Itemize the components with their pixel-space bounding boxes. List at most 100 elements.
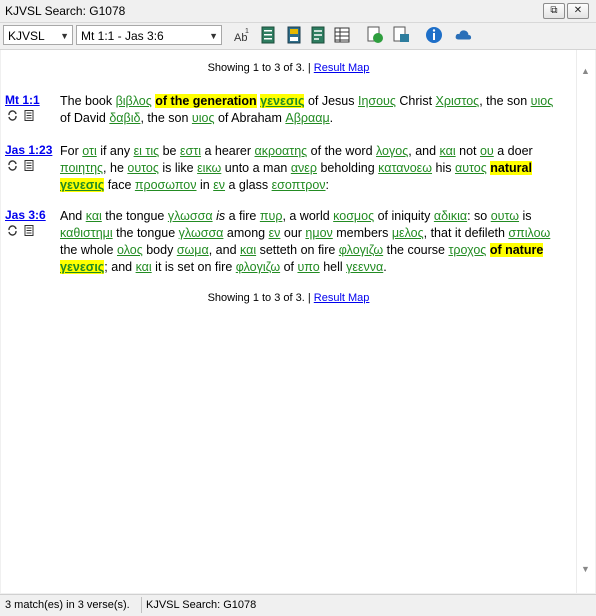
greek-word-link[interactable]: αυτος: [455, 161, 487, 175]
verse-text-segment: , the son: [479, 94, 531, 108]
search-tree-icon[interactable]: [309, 26, 327, 44]
greek-word-link[interactable]: και: [136, 260, 152, 274]
version-select[interactable]: KJVSL ▼: [3, 25, 73, 45]
verse-text: The book βιβλος of the generation γενεσι…: [60, 93, 560, 127]
nt-icon[interactable]: [392, 26, 410, 44]
greek-word-link[interactable]: κατανοεω: [378, 161, 432, 175]
status-matches: 3 match(es) in 3 verse(s).: [5, 599, 130, 611]
greek-word-link[interactable]: και: [86, 209, 102, 223]
greek-word-link[interactable]: και: [440, 144, 456, 158]
greek-word-link[interactable]: Ιησους: [358, 94, 396, 108]
greek-word-link[interactable]: προσωπον: [135, 178, 197, 192]
greek-word-link[interactable]: Αβρααμ: [285, 111, 329, 125]
verse-actions: [7, 110, 34, 124]
greek-word-link[interactable]: υιος: [531, 94, 554, 108]
refresh-icon[interactable]: [7, 225, 18, 239]
verse-text-segment: members: [332, 226, 392, 240]
verse-text-segment: , and: [408, 144, 440, 158]
greek-word-link[interactable]: γενεσις: [260, 94, 305, 108]
verse-text-segment: :: [325, 178, 330, 192]
scroll-up-icon[interactable]: ▲: [581, 66, 590, 76]
greek-word-link[interactable]: σωμα: [177, 243, 209, 257]
result-map-link[interactable]: Result Map: [314, 292, 370, 304]
verse-text: And και the tongue γλωσσα is a fire πυρ,…: [60, 208, 560, 276]
greek-word-link[interactable]: εικω: [197, 161, 221, 175]
greek-word-link[interactable]: ουτω: [491, 209, 519, 223]
greek-word-link[interactable]: γενεσις: [60, 178, 105, 192]
showing-count-bottom: Showing 1 to 3 of 3.: [207, 292, 305, 304]
greek-word-link[interactable]: ημον: [305, 226, 332, 240]
verse-ref-link[interactable]: Jas 3:6: [5, 208, 46, 222]
greek-word-link[interactable]: υπο: [297, 260, 319, 274]
greek-word-link[interactable]: ουτος: [127, 161, 159, 175]
separator: |: [307, 62, 311, 74]
greek-word-link[interactable]: ει τις: [134, 144, 160, 158]
greek-word-link[interactable]: καθιστημι: [60, 226, 113, 240]
document-icon[interactable]: [24, 110, 34, 124]
refresh-icon[interactable]: [7, 160, 18, 174]
greek-word-link[interactable]: βιβλος: [116, 94, 152, 108]
verse-text-segment: not: [455, 144, 480, 158]
verse-text-segment: is: [216, 209, 226, 223]
greek-word-link[interactable]: ποιητης: [60, 161, 103, 175]
verse-text-segment: a doer: [493, 144, 533, 158]
cloud-icon[interactable]: [454, 26, 472, 44]
greek-word-link[interactable]: αδικια: [434, 209, 467, 223]
greek-word-link[interactable]: εν: [269, 226, 281, 240]
greek-word-link[interactable]: εσοπτρον: [272, 178, 326, 192]
document-icon[interactable]: [24, 160, 34, 174]
info-icon[interactable]: [425, 26, 443, 44]
greek-word-link[interactable]: μελος: [392, 226, 424, 240]
table-icon[interactable]: [333, 26, 351, 44]
greek-word-link[interactable]: γεεννα: [346, 260, 383, 274]
greek-word-link[interactable]: πυρ: [260, 209, 283, 223]
range-select[interactable]: Mt 1:1 - Jas 3:6 ▼: [76, 25, 222, 45]
verse-text-segment: .: [329, 111, 334, 125]
greek-word-link[interactable]: δαβιδ: [109, 111, 140, 125]
verse-text-segment: his: [432, 161, 455, 175]
greek-word-link[interactable]: και: [240, 243, 256, 257]
verse-text-segment: a fire: [225, 209, 260, 223]
greek-word-link[interactable]: υιος: [192, 111, 215, 125]
verse-text: For οτι if any ει τις be εστι a hearer α…: [60, 143, 560, 194]
verse-ref-link[interactable]: Jas 1:23: [5, 143, 52, 157]
greek-word-link[interactable]: φλογιζω: [339, 243, 383, 257]
close-button[interactable]: ✕: [567, 3, 589, 19]
greek-word-link[interactable]: λογος: [376, 144, 408, 158]
copy-verses-icon[interactable]: [259, 26, 277, 44]
greek-word-link[interactable]: ου: [480, 144, 494, 158]
greek-word-link[interactable]: εν: [213, 178, 225, 192]
greek-word-link[interactable]: ακροατης: [255, 144, 308, 158]
greek-word-link[interactable]: ανερ: [291, 161, 317, 175]
verse-text-segment: of Jesus: [304, 94, 358, 108]
greek-word-link[interactable]: γλωσσα: [179, 226, 224, 240]
verse-text-segment: ; and: [104, 260, 136, 274]
verse-text-segment: The book: [60, 94, 116, 108]
greek-word-link[interactable]: γενεσις: [60, 260, 105, 274]
refresh-icon[interactable]: [7, 110, 18, 124]
strongs-icon[interactable]: Ab 1: [233, 26, 251, 44]
status-bar: 3 match(es) in 3 verse(s). KJVSL Search:…: [0, 594, 596, 616]
verse-text-segment: setteth on fire: [256, 243, 339, 257]
greek-word-link[interactable]: σπιλοω: [508, 226, 550, 240]
verse-text-segment: beholding: [317, 161, 379, 175]
result-map-link[interactable]: Result Map: [314, 62, 370, 74]
vertical-scrollbar[interactable]: ▲ ▼: [576, 50, 595, 593]
greek-word-link[interactable]: τροχος: [448, 243, 486, 257]
verse-text-segment: the tongue: [101, 209, 168, 223]
document-icon[interactable]: [24, 225, 34, 239]
greek-word-link[interactable]: κοσμος: [333, 209, 374, 223]
restore-button[interactable]: ⧉: [543, 3, 565, 19]
toolbar: KJVSL ▼ Mt 1:1 - Jas 3:6 ▼ Ab 1: [0, 23, 596, 50]
verse-ref-link[interactable]: Mt 1:1: [5, 93, 40, 107]
save-icon[interactable]: [285, 26, 303, 44]
greek-word-link[interactable]: εστι: [180, 144, 201, 158]
greek-word-link[interactable]: φλογιζω: [236, 260, 280, 274]
greek-word-link[interactable]: ολος: [117, 243, 143, 257]
scroll-down-icon[interactable]: ▼: [581, 564, 590, 574]
greek-word-link[interactable]: γλωσσα: [168, 209, 213, 223]
globe-green-icon[interactable]: [366, 26, 384, 44]
greek-word-link[interactable]: Χριστος: [436, 94, 480, 108]
greek-word-link[interactable]: οτι: [82, 144, 97, 158]
verse-text-segment: , the son: [140, 111, 192, 125]
